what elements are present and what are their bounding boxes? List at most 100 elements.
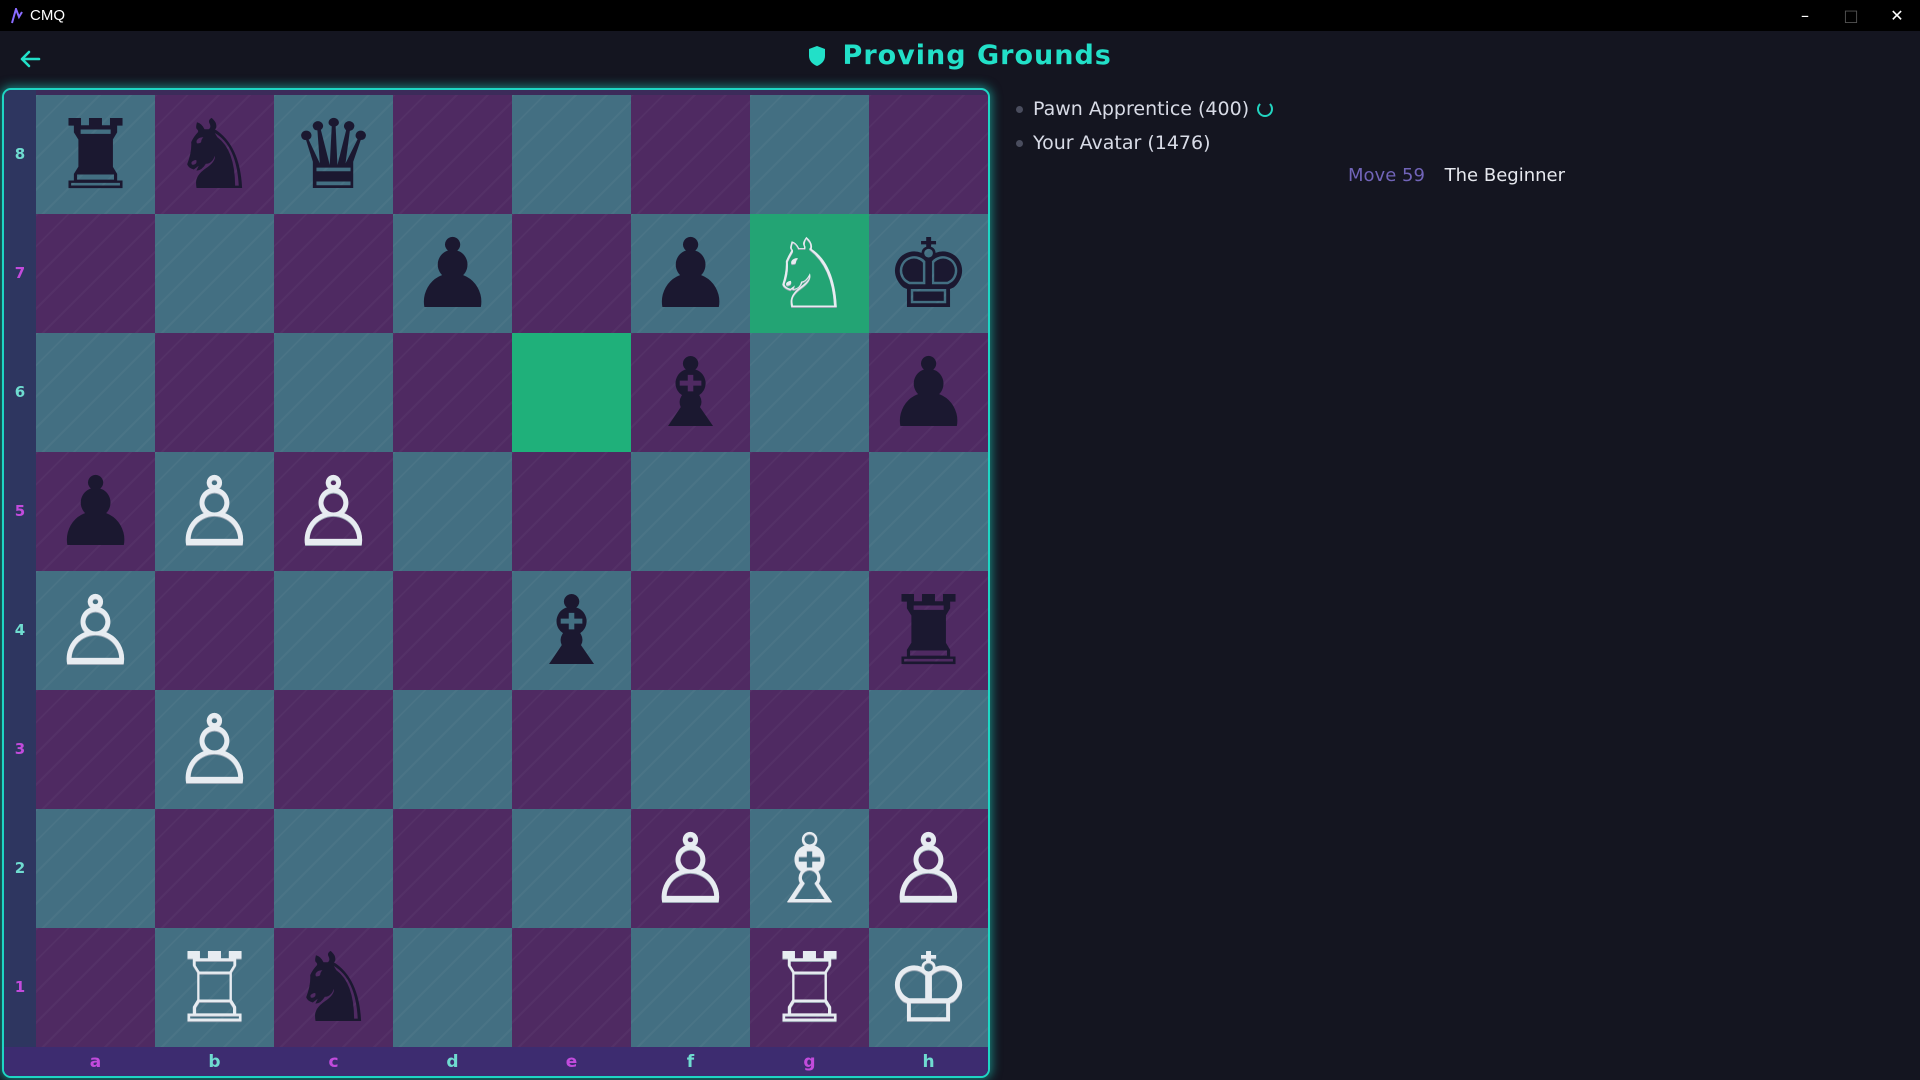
square-a3[interactable]	[36, 690, 155, 809]
window-title: CMQ	[30, 7, 65, 24]
piece-c1[interactable]: ♞	[290, 940, 376, 1036]
piece-d7[interactable]: ♟	[409, 226, 495, 322]
square-e3[interactable]	[512, 690, 631, 809]
piece-g2[interactable]: ♗	[766, 821, 852, 917]
square-a6[interactable]	[36, 333, 155, 452]
square-c2[interactable]	[274, 809, 393, 928]
square-d4[interactable]	[393, 571, 512, 690]
square-h2[interactable]: ♙	[869, 809, 988, 928]
square-b1[interactable]: ♖	[155, 928, 274, 1047]
square-g5[interactable]	[750, 452, 869, 571]
square-f2[interactable]: ♙	[631, 809, 750, 928]
square-b3[interactable]: ♙	[155, 690, 274, 809]
minimize-button[interactable]: –	[1782, 0, 1828, 31]
square-f7[interactable]: ♟	[631, 214, 750, 333]
rank-label: 1	[14, 978, 26, 996]
square-d2[interactable]	[393, 809, 512, 928]
piece-h1[interactable]: ♔	[885, 940, 971, 1036]
square-h8[interactable]	[869, 95, 988, 214]
piece-b3[interactable]: ♙	[171, 702, 257, 798]
square-f1[interactable]	[631, 928, 750, 1047]
square-b7[interactable]	[155, 214, 274, 333]
square-c7[interactable]	[274, 214, 393, 333]
square-g4[interactable]	[750, 571, 869, 690]
square-h5[interactable]	[869, 452, 988, 571]
square-g7[interactable]: ♘	[750, 214, 869, 333]
page-title: Proving Grounds	[842, 40, 1112, 71]
square-d1[interactable]	[393, 928, 512, 1047]
piece-b8[interactable]: ♞	[171, 107, 257, 203]
piece-c5[interactable]: ♙	[290, 464, 376, 560]
piece-h2[interactable]: ♙	[885, 821, 971, 917]
square-h1[interactable]: ♔	[869, 928, 988, 1047]
square-f6[interactable]: ♝	[631, 333, 750, 452]
square-e6[interactable]	[512, 333, 631, 452]
piece-h4[interactable]: ♜	[885, 583, 971, 679]
square-e5[interactable]	[512, 452, 631, 571]
square-h7[interactable]: ♚	[869, 214, 988, 333]
file-label: b	[208, 1052, 221, 1072]
piece-f7[interactable]: ♟	[647, 226, 733, 322]
square-a5[interactable]: ♟	[36, 452, 155, 571]
square-e7[interactable]	[512, 214, 631, 333]
square-a7[interactable]	[36, 214, 155, 333]
app-logo-icon	[10, 5, 24, 24]
square-f3[interactable]	[631, 690, 750, 809]
piece-f2[interactable]: ♙	[647, 821, 733, 917]
square-c3[interactable]	[274, 690, 393, 809]
square-h6[interactable]: ♟	[869, 333, 988, 452]
opening-name: The Beginner	[1444, 165, 1565, 186]
square-c6[interactable]	[274, 333, 393, 452]
square-c5[interactable]: ♙	[274, 452, 393, 571]
square-g1[interactable]: ♖	[750, 928, 869, 1047]
square-d8[interactable]	[393, 95, 512, 214]
square-d5[interactable]	[393, 452, 512, 571]
maximize-button[interactable]: □	[1828, 0, 1874, 31]
piece-h6[interactable]: ♟	[885, 345, 971, 441]
piece-e4[interactable]: ♝	[528, 583, 614, 679]
square-a8[interactable]: ♜	[36, 95, 155, 214]
square-f4[interactable]	[631, 571, 750, 690]
square-b8[interactable]: ♞	[155, 95, 274, 214]
chess-board[interactable]: ♜ ♞ ♛ ♟ ♟ ♘ ♚ ♝ ♟ ♟ ♙ ♙ ♙ ♝ ♜ ♙ ♙ ♗ ♙ ♖ ♞ ♖ ♔	[36, 95, 988, 1047]
square-e8[interactable]	[512, 95, 631, 214]
square-f8[interactable]	[631, 95, 750, 214]
square-d6[interactable]	[393, 333, 512, 452]
piece-a8[interactable]: ♜	[52, 107, 138, 203]
piece-a5[interactable]: ♟	[52, 464, 138, 560]
square-b6[interactable]	[155, 333, 274, 452]
square-a2[interactable]	[36, 809, 155, 928]
piece-b1[interactable]: ♖	[171, 940, 257, 1036]
square-c1[interactable]: ♞	[274, 928, 393, 1047]
square-e2[interactable]	[512, 809, 631, 928]
square-d3[interactable]	[393, 690, 512, 809]
piece-g7[interactable]: ♘	[766, 226, 852, 322]
square-e1[interactable]	[512, 928, 631, 1047]
square-f5[interactable]	[631, 452, 750, 571]
square-g6[interactable]	[750, 333, 869, 452]
square-b2[interactable]	[155, 809, 274, 928]
square-h4[interactable]: ♜	[869, 571, 988, 690]
square-c4[interactable]	[274, 571, 393, 690]
square-e4[interactable]: ♝	[512, 571, 631, 690]
square-g8[interactable]	[750, 95, 869, 214]
square-g3[interactable]	[750, 690, 869, 809]
square-d7[interactable]: ♟	[393, 214, 512, 333]
piece-g1[interactable]: ♖	[766, 940, 852, 1036]
shield-icon	[808, 43, 826, 74]
square-g2[interactable]: ♗	[750, 809, 869, 928]
piece-c8[interactable]: ♛	[290, 107, 376, 203]
square-h3[interactable]	[869, 690, 988, 809]
square-a4[interactable]: ♙	[36, 571, 155, 690]
piece-h7[interactable]: ♚	[885, 226, 971, 322]
piece-f6[interactable]: ♝	[647, 345, 733, 441]
square-b5[interactable]: ♙	[155, 452, 274, 571]
square-a1[interactable]	[36, 928, 155, 1047]
square-b4[interactable]	[155, 571, 274, 690]
piece-b5[interactable]: ♙	[171, 464, 257, 560]
piece-a4[interactable]: ♙	[52, 583, 138, 679]
file-label: h	[922, 1052, 935, 1072]
title-bar: CMQ – □ ✕	[0, 0, 1920, 31]
square-c8[interactable]: ♛	[274, 95, 393, 214]
close-button[interactable]: ✕	[1874, 0, 1920, 31]
